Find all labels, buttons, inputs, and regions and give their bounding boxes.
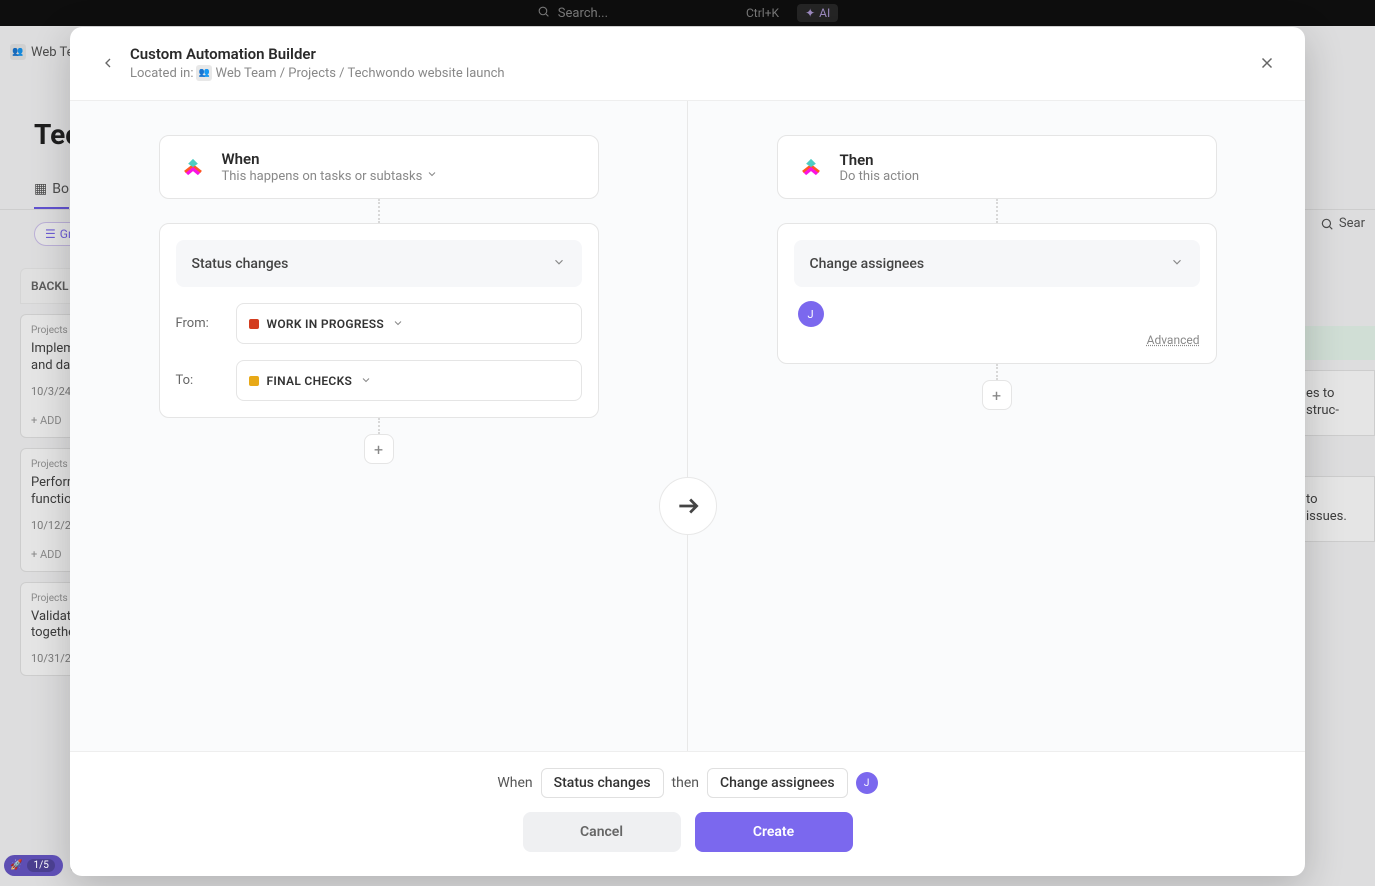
summary-assignee-avatar[interactable]: J [856,772,878,794]
plus-icon: + [374,440,383,459]
status-color-icon [249,376,259,386]
action-config-card: Change assignees J Advanced [777,223,1217,364]
to-label: To: [176,373,224,388]
connector [378,418,380,434]
cancel-button[interactable]: Cancel [523,812,681,852]
summary-trigger-chip[interactable]: Status changes [541,768,664,798]
then-header-card[interactable]: Then Do this action [777,135,1217,199]
close-button[interactable] [1253,49,1281,77]
modal-title: Custom Automation Builder [130,45,1253,63]
status-color-icon [249,319,259,329]
advanced-link[interactable]: Advanced [794,333,1200,347]
connector [996,199,998,223]
from-label: From: [176,316,224,331]
modal-footer: When Status changes then Change assignee… [70,752,1305,876]
summary-action-chip[interactable]: Change assignees [707,768,848,798]
add-condition-button[interactable]: + [364,434,394,464]
to-status-input[interactable]: FINAL CHECKS [236,360,582,401]
assignee-avatar[interactable]: J [798,301,824,327]
when-title: When [222,150,582,168]
plus-icon: + [992,386,1001,405]
back-button[interactable] [94,49,122,77]
automation-builder-modal: Custom Automation Builder Located in: 👥 … [70,27,1305,876]
when-header-card[interactable]: When This happens on tasks or subtasks [159,135,599,199]
connector [378,199,380,223]
then-pane: Then Do this action Change assignees J [688,101,1305,751]
clickup-logo-icon [794,150,828,184]
chevron-down-icon [1170,254,1184,273]
modal-location: Located in: 👥 Web Team / Projects / Tech… [130,65,1253,81]
to-field-row: To: FINAL CHECKS [176,360,582,401]
chevron-down-icon [426,168,438,184]
rocket-icon: 🚀 [10,860,22,871]
flow-arrow [659,477,717,535]
team-icon: 👥 [196,65,212,81]
trigger-config-card: Status changes From: WORK IN PROGRESS [159,223,599,418]
onboarding-progress[interactable]: 🚀 1/5 [4,855,63,876]
create-button[interactable]: Create [695,812,853,852]
then-subtitle: Do this action [840,169,1200,184]
add-action-button[interactable]: + [982,380,1012,410]
chevron-down-icon [552,254,566,273]
modal-body: When This happens on tasks or subtasks S… [70,100,1305,752]
connector [996,364,998,380]
progress-count: 1/5 [27,859,54,872]
action-selector[interactable]: Change assignees [794,240,1200,287]
when-subtitle[interactable]: This happens on tasks or subtasks [222,168,582,184]
modal-header: Custom Automation Builder Located in: 👥 … [70,27,1305,100]
then-title: Then [840,151,1200,169]
when-pane: When This happens on tasks or subtasks S… [70,101,688,751]
trigger-selector[interactable]: Status changes [176,240,582,287]
clickup-logo-icon [176,150,210,184]
chevron-down-icon [392,314,404,333]
automation-summary: When Status changes then Change assignee… [497,768,877,798]
chevron-down-icon [360,371,372,390]
from-field-row: From: WORK IN PROGRESS [176,303,582,344]
from-status-input[interactable]: WORK IN PROGRESS [236,303,582,344]
assignee-row[interactable]: J [794,301,1200,327]
